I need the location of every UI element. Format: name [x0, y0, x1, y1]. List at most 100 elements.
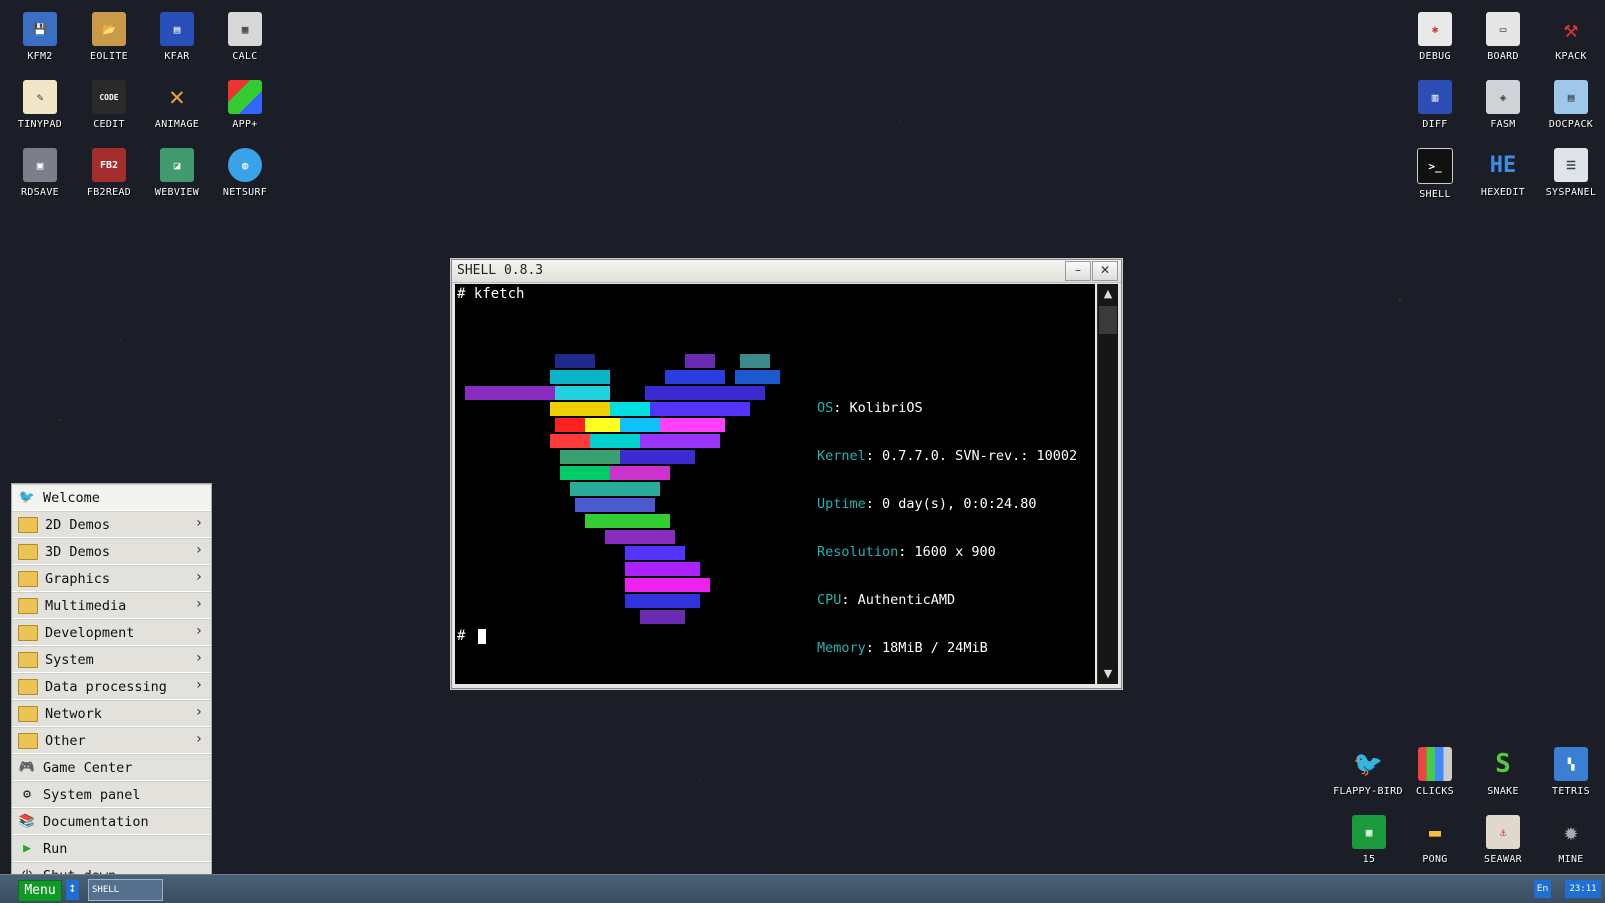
menu-item-2d-demos[interactable]: 2D Demos › — [12, 511, 211, 538]
desktop-icon-netsurf[interactable]: ◍ NETSURF — [211, 148, 279, 198]
menu-item-3d-demos[interactable]: 3D Demos › — [12, 538, 211, 565]
info-kernel: Kernel: 0.7.7.0. SVN-rev.: 10002 — [817, 448, 1078, 464]
menu-item-game-center[interactable]: 🎮 Game Center — [12, 754, 211, 781]
menu-item-graphics[interactable]: Graphics › — [12, 565, 211, 592]
desktop-icon-15[interactable]: ▦ 15 — [1335, 815, 1403, 865]
prompt-line[interactable]: # — [457, 628, 486, 644]
desktop-icon-kfm2[interactable]: 💾 KFM2 — [6, 12, 74, 62]
desktop-icon-calc[interactable]: ▦ CALC — [211, 12, 279, 62]
menu-item-multimedia[interactable]: Multimedia › — [12, 592, 211, 619]
fifteen-puzzle-icon: ▦ — [1352, 815, 1386, 849]
info-uptime: Uptime: 0 day(s), 0:0:24.80 — [817, 496, 1037, 512]
menu-item-system-panel[interactable]: ⚙ System panel — [12, 781, 211, 808]
desktop-icon-syspanel[interactable]: ☰ SYSPANEL — [1537, 148, 1605, 198]
folder-icon — [18, 678, 38, 695]
desktop-icon-debug[interactable]: ✱ DEBUG — [1401, 12, 1469, 62]
taskbar-item-shell[interactable]: SHELL — [88, 879, 163, 901]
blocks-icon — [1418, 747, 1452, 781]
desktop-icon-eolite[interactable]: 📂 EOLITE — [75, 12, 143, 62]
scroll-down-button[interactable]: ▼ — [1098, 664, 1118, 684]
switch-windows-button[interactable]: ↕ — [66, 880, 79, 900]
desktop-icon-webview[interactable]: ◪ WEBVIEW — [143, 148, 211, 198]
web-view-icon: ◪ — [160, 148, 194, 182]
minimize-button[interactable]: – — [1065, 261, 1091, 281]
folder-icon — [18, 516, 38, 533]
play-icon: ▶ — [23, 840, 31, 856]
menu-item-development[interactable]: Development › — [12, 619, 211, 646]
close-button[interactable]: ✕ — [1092, 261, 1118, 281]
desktop-icon-seawar[interactable]: ⚓ SEAWAR — [1469, 815, 1537, 865]
bird-icon: 🐦 — [1353, 750, 1383, 778]
desktop-icon-rdsave[interactable]: ▣ RDSAVE — [6, 148, 74, 198]
scroll-up-button[interactable]: ▲ — [1098, 284, 1118, 304]
start-menu: 🐦 Welcome 2D Demos › 3D Demos › Graphics › M… — [11, 483, 212, 890]
desktop-icon-diff[interactable]: ▥ DIFF — [1401, 80, 1469, 130]
gears-icon: ⚙ — [23, 786, 31, 802]
tetris-icon: ▚ — [1554, 747, 1588, 781]
info-memory: Memory: 18MiB / 24MiB — [817, 640, 988, 656]
app-cube-icon — [228, 80, 262, 114]
folder-icon — [18, 597, 38, 614]
menu-item-system[interactable]: System › — [12, 646, 211, 673]
desktop-icon-mine[interactable]: ✹ MINE — [1537, 815, 1605, 865]
folder-icon: 📂 — [92, 12, 126, 46]
info-cpu: CPU: AuthenticAMD — [817, 592, 956, 608]
desktop-icon-snake[interactable]: S SNAKE — [1469, 747, 1537, 797]
cabinet-icon: ▤ — [1554, 80, 1588, 114]
books-icon: 📚 — [18, 813, 36, 829]
terminal-icon: >_ — [1417, 148, 1453, 184]
desktop-icon-flappy-bird[interactable]: 🐦 FLAPPY-BIRD — [1333, 747, 1403, 797]
desktop-icon-docpack[interactable]: ▤ DOCPACK — [1537, 80, 1605, 130]
keyboard-layout-button[interactable]: En — [1534, 880, 1551, 898]
desktop-icon-animage[interactable]: ✕ ANIMAGE — [143, 80, 211, 130]
menu-item-welcome[interactable]: 🐦 Welcome — [12, 484, 211, 511]
kolibri-ascii-logo — [465, 354, 780, 624]
desktop-icon-tinypad[interactable]: ✎ TINYPAD — [6, 80, 74, 130]
desktop-icon-kfar[interactable]: ▤ KFAR — [143, 12, 211, 62]
chevron-right-icon: › — [194, 569, 203, 585]
diff-icon: ▥ — [1418, 80, 1452, 114]
chevron-right-icon: › — [194, 515, 203, 531]
clock[interactable]: 23:11 — [1565, 880, 1601, 898]
terminal-output[interactable]: # kfetch OS: KolibriOS Kernel: 0.7.7.0. … — [455, 284, 1095, 684]
folder-icon — [18, 624, 38, 641]
desktop-icon-cedit[interactable]: CODE CEDIT — [75, 80, 143, 130]
desktop-icon-fasm[interactable]: ◈ FASM — [1469, 80, 1537, 130]
board-window-icon: ▭ — [1486, 12, 1520, 46]
info-resolution: Resolution: 1600 x 900 — [817, 544, 996, 560]
shell-window[interactable]: SHELL 0.8.3 – ✕ # kfetch OS: KolibriOS K… — [451, 259, 1122, 689]
menu-button[interactable]: Menu — [18, 880, 62, 902]
desktop-icon-kpack[interactable]: ⚒ KPACK — [1537, 12, 1605, 62]
desktop-icon-pong[interactable]: ▬ PONG — [1401, 815, 1469, 865]
kfetch-info: OS: KolibriOS Kernel: 0.7.7.0. SVN-rev.:… — [817, 368, 1077, 684]
terminal-scrollbar[interactable]: ▲ ▼ — [1097, 284, 1118, 684]
menu-item-network[interactable]: Network › — [12, 700, 211, 727]
globe-icon: ◍ — [228, 148, 262, 182]
scroll-thumb[interactable] — [1099, 306, 1117, 334]
menu-item-run[interactable]: ▶ Run — [12, 835, 211, 862]
menu-item-data-processing[interactable]: Data processing › — [12, 673, 211, 700]
text-cursor — [477, 628, 486, 644]
hammer-icon: ⚒ — [1563, 15, 1579, 43]
sliders-icon: ☰ — [1554, 148, 1588, 182]
desktop-icon-hexedit[interactable]: HE HEXEDIT — [1469, 148, 1537, 199]
window-titlebar[interactable]: SHELL 0.8.3 – ✕ — [452, 260, 1121, 283]
gamepad-icon: 🎮 — [18, 759, 36, 775]
window-title: SHELL 0.8.3 — [457, 263, 544, 278]
assembler-icon: ◈ — [1486, 80, 1520, 114]
desktop-icon-tetris[interactable]: ▚ TETRIS — [1537, 747, 1605, 797]
desktop-icon-board[interactable]: ▭ BOARD — [1469, 12, 1537, 62]
file-manager-icon: ▤ — [160, 12, 194, 46]
menu-item-documentation[interactable]: 📚 Documentation — [12, 808, 211, 835]
desktop-icon-shell[interactable]: >_ SHELL — [1401, 148, 1469, 200]
chevron-right-icon: › — [194, 542, 203, 558]
desktop-icon-clicks[interactable]: CLICKS — [1401, 747, 1469, 797]
chevron-right-icon: › — [194, 731, 203, 747]
info-os: OS: KolibriOS — [817, 400, 923, 416]
desktop-icon-fb2read[interactable]: FB2 FB2READ — [75, 148, 143, 198]
prompt-symbol: # — [457, 628, 466, 644]
desktop-icon-app-plus[interactable]: APP+ — [211, 80, 279, 130]
menu-item-other[interactable]: Other › — [12, 727, 211, 754]
code-editor-icon: CODE — [92, 80, 126, 114]
battleship-icon: ⚓ — [1486, 815, 1520, 849]
